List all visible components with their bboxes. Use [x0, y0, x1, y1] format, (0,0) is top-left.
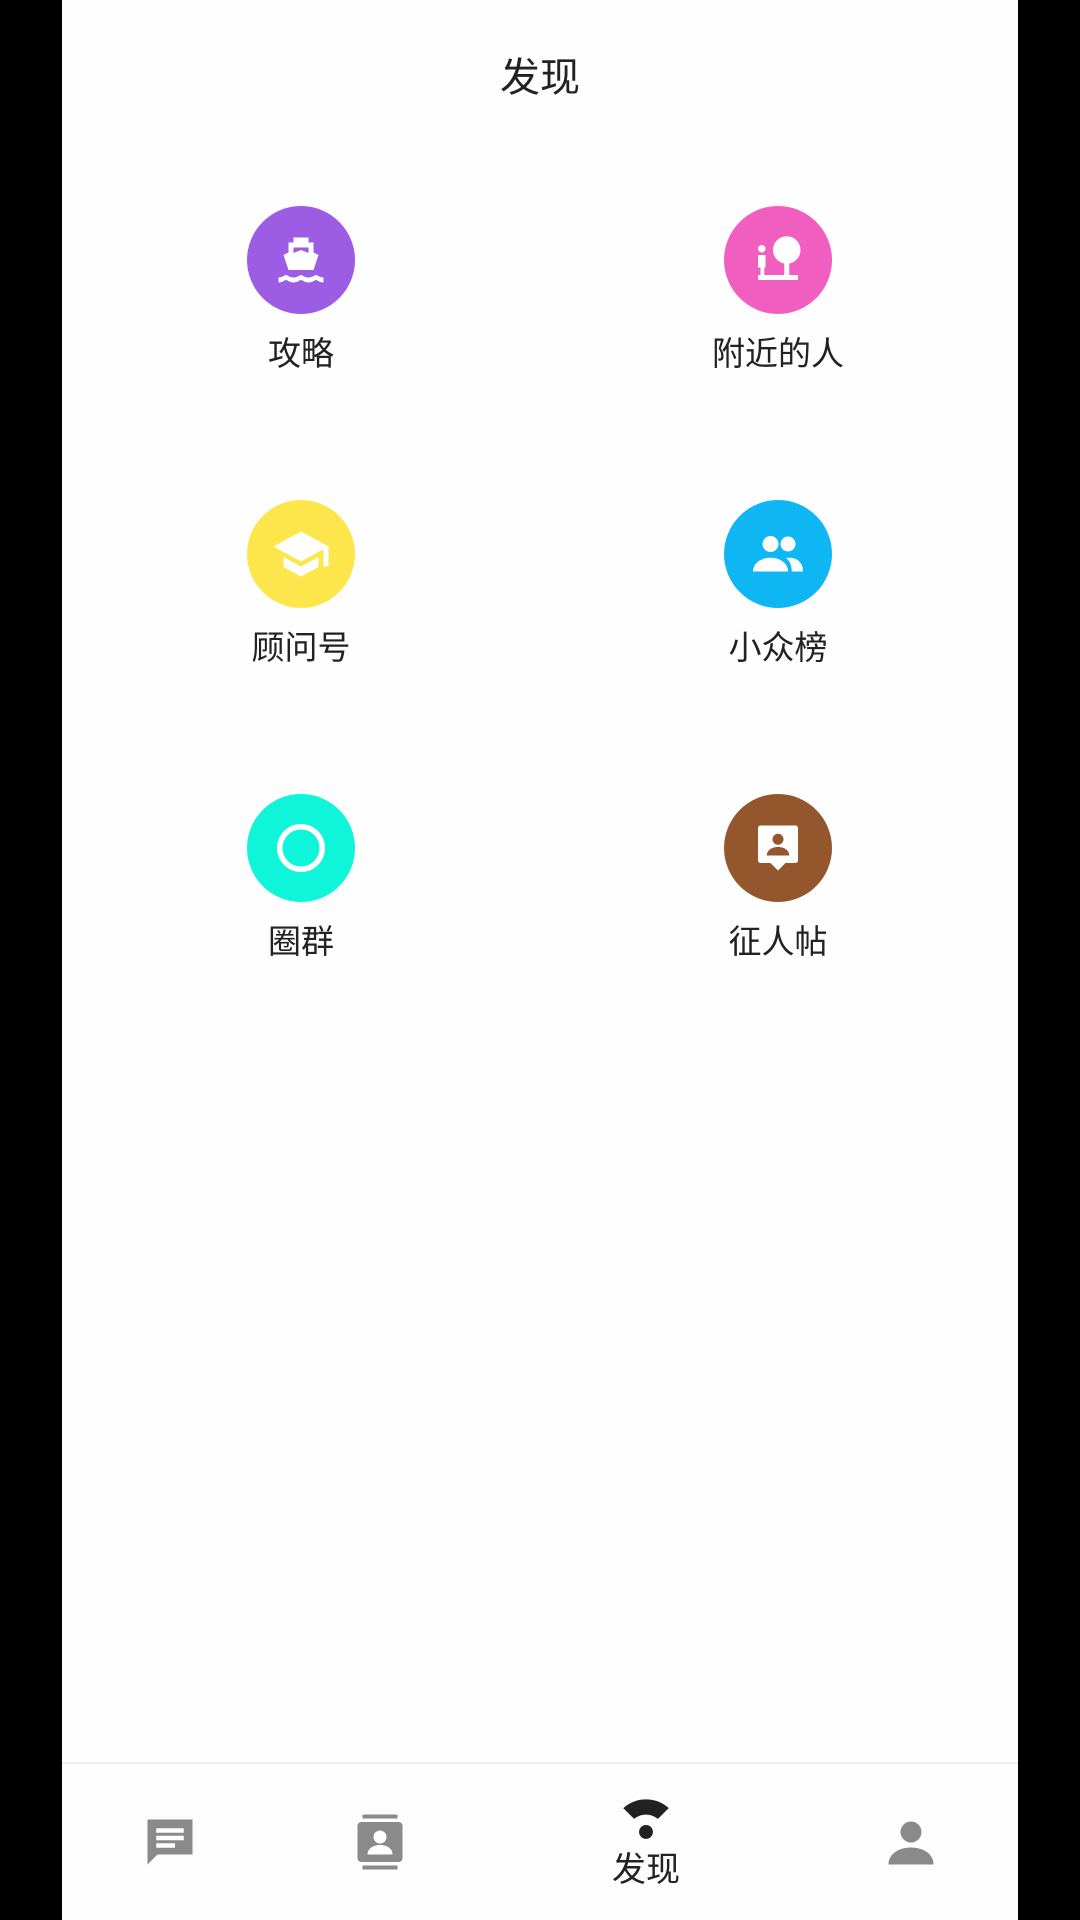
nearby-person-icon — [724, 206, 832, 314]
tab-label: 发现 — [612, 1850, 680, 1890]
discover-grid: 攻略 附近的人 顾问号 小众榜 圈群 征人帖 — [62, 206, 1018, 986]
grid-item-niche-ranking[interactable]: 小众榜 — [678, 500, 878, 690]
tab-discover[interactable]: 发现 — [576, 1764, 716, 1920]
grid-item-label: 征人帖 — [728, 922, 828, 961]
group-icon — [724, 500, 832, 608]
grid-item-circles[interactable]: 圈群 — [201, 794, 401, 984]
chat-icon — [147, 1819, 193, 1865]
ship-icon — [247, 206, 355, 314]
tab-contacts[interactable] — [310, 1764, 450, 1920]
page-title: 发现 — [500, 55, 580, 101]
grid-item-label: 小众榜 — [728, 628, 828, 667]
grid-item-label: 附近的人 — [712, 334, 844, 373]
grid-item-recruitment-posts[interactable]: 征人帖 — [678, 794, 878, 984]
bottom-tab-bar: 发现 — [62, 1762, 1018, 1920]
grid-item-advisor[interactable]: 顾问号 — [201, 500, 401, 690]
contacts-icon — [357, 1814, 403, 1870]
grid-item-nearby-people[interactable]: 附近的人 — [678, 206, 878, 396]
grid-item-label: 攻略 — [268, 334, 334, 373]
grid-item-label: 圈群 — [268, 922, 334, 961]
app-screen: 发现 攻略 附近的人 顾问号 小众榜 圈群 征人帖 发现 — [62, 0, 1018, 1920]
discover-icon — [623, 1799, 669, 1839]
person-badge-icon — [724, 794, 832, 902]
tab-messages[interactable] — [100, 1764, 240, 1920]
circle-icon — [247, 794, 355, 902]
profile-icon — [888, 1821, 934, 1865]
tab-profile[interactable] — [841, 1764, 981, 1920]
graduation-cap-icon — [247, 500, 355, 608]
grid-item-guides[interactable]: 攻略 — [201, 206, 401, 396]
grid-item-label: 顾问号 — [251, 628, 351, 667]
